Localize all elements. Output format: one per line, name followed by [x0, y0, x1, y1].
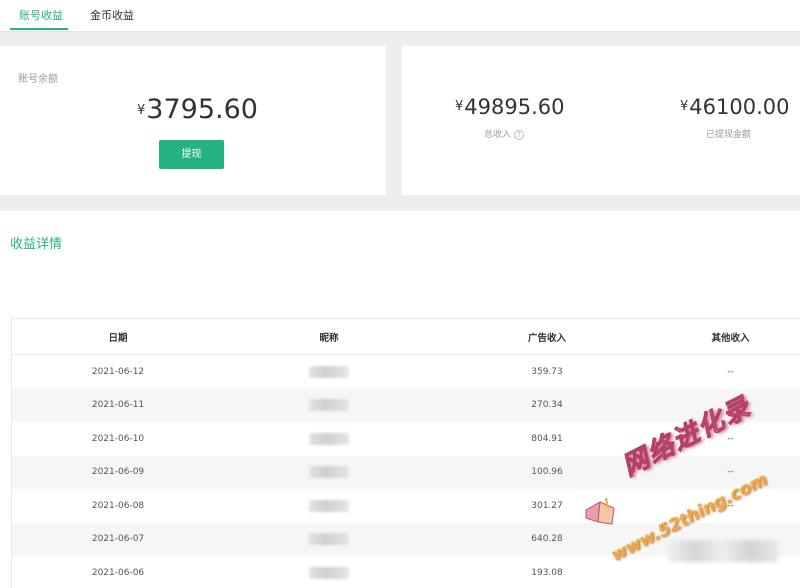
row-date: 2021-06-07	[91, 534, 145, 545]
watermark-logo-icon	[585, 497, 615, 525]
blurred-nickname	[309, 432, 349, 445]
balance-label: 账号余额	[18, 74, 58, 85]
row-other-income: --	[727, 366, 734, 377]
row-nickname	[224, 489, 434, 523]
column-header-ad-income: 广告收入	[527, 332, 566, 344]
withdrawn-amount: ¥46100.00	[680, 95, 789, 119]
blurred-nickname	[309, 499, 349, 512]
income-detail-title: 收益详情	[10, 237, 63, 252]
watermark-blurred-area	[668, 540, 778, 562]
total-income-label-wrap: 总收入?	[484, 127, 525, 140]
row-date: 2021-06-11	[91, 400, 145, 411]
total-income-label: 总收入	[484, 130, 512, 140]
total-income-amount: ¥49895.60	[455, 95, 564, 119]
total-income-value: 49895.60	[464, 95, 565, 119]
row-date: 2021-06-06	[91, 567, 145, 578]
table-row: 2021-06-12 359.73 --	[12, 355, 800, 389]
table-row: 2021-06-09 100.96 --	[12, 455, 800, 490]
row-ad-income: 301.27	[531, 500, 563, 511]
row-nickname	[224, 355, 434, 389]
tab-coin-income[interactable]: 金币收益	[90, 0, 134, 32]
tab-bar: 账号收益 金币收益	[0, 0, 800, 32]
column-header-nickname: 昵称	[319, 332, 339, 344]
row-nickname	[224, 456, 434, 490]
balance-value: 3795.60	[146, 94, 258, 125]
withdrawn-value: 46100.00	[689, 95, 790, 119]
income-stats-card	[402, 46, 800, 195]
currency-symbol: ¥	[137, 103, 146, 118]
blurred-nickname	[309, 399, 349, 412]
row-nickname	[224, 556, 434, 588]
row-ad-income: 270.34	[531, 400, 563, 411]
currency-symbol: ¥	[455, 99, 464, 114]
withdrawn-label: 已提现金额	[706, 130, 752, 140]
column-header-other-income: 其他收入	[711, 332, 750, 344]
blurred-nickname	[309, 365, 349, 378]
row-nickname	[224, 422, 434, 456]
row-nickname	[224, 389, 434, 423]
active-tab-indicator	[10, 28, 68, 30]
row-ad-income: 359.73	[531, 366, 563, 377]
column-header-date: 日期	[108, 332, 128, 344]
row-date: 2021-06-08	[91, 500, 145, 511]
row-date: 2021-06-12	[91, 366, 145, 377]
row-date: 2021-06-09	[91, 467, 145, 478]
blurred-nickname	[309, 566, 349, 579]
blurred-nickname	[309, 466, 349, 479]
blurred-nickname	[309, 533, 349, 546]
balance-amount: ¥3795.60	[137, 94, 258, 125]
row-date: 2021-06-10	[91, 433, 145, 444]
withdraw-button[interactable]: 提现	[159, 140, 224, 169]
table-header: 日期 昵称 广告收入 其他收入	[12, 319, 800, 355]
currency-symbol: ¥	[680, 99, 689, 114]
row-other-income: --	[727, 467, 734, 478]
row-nickname	[224, 523, 434, 557]
question-circle-icon[interactable]: ?	[514, 130, 525, 140]
